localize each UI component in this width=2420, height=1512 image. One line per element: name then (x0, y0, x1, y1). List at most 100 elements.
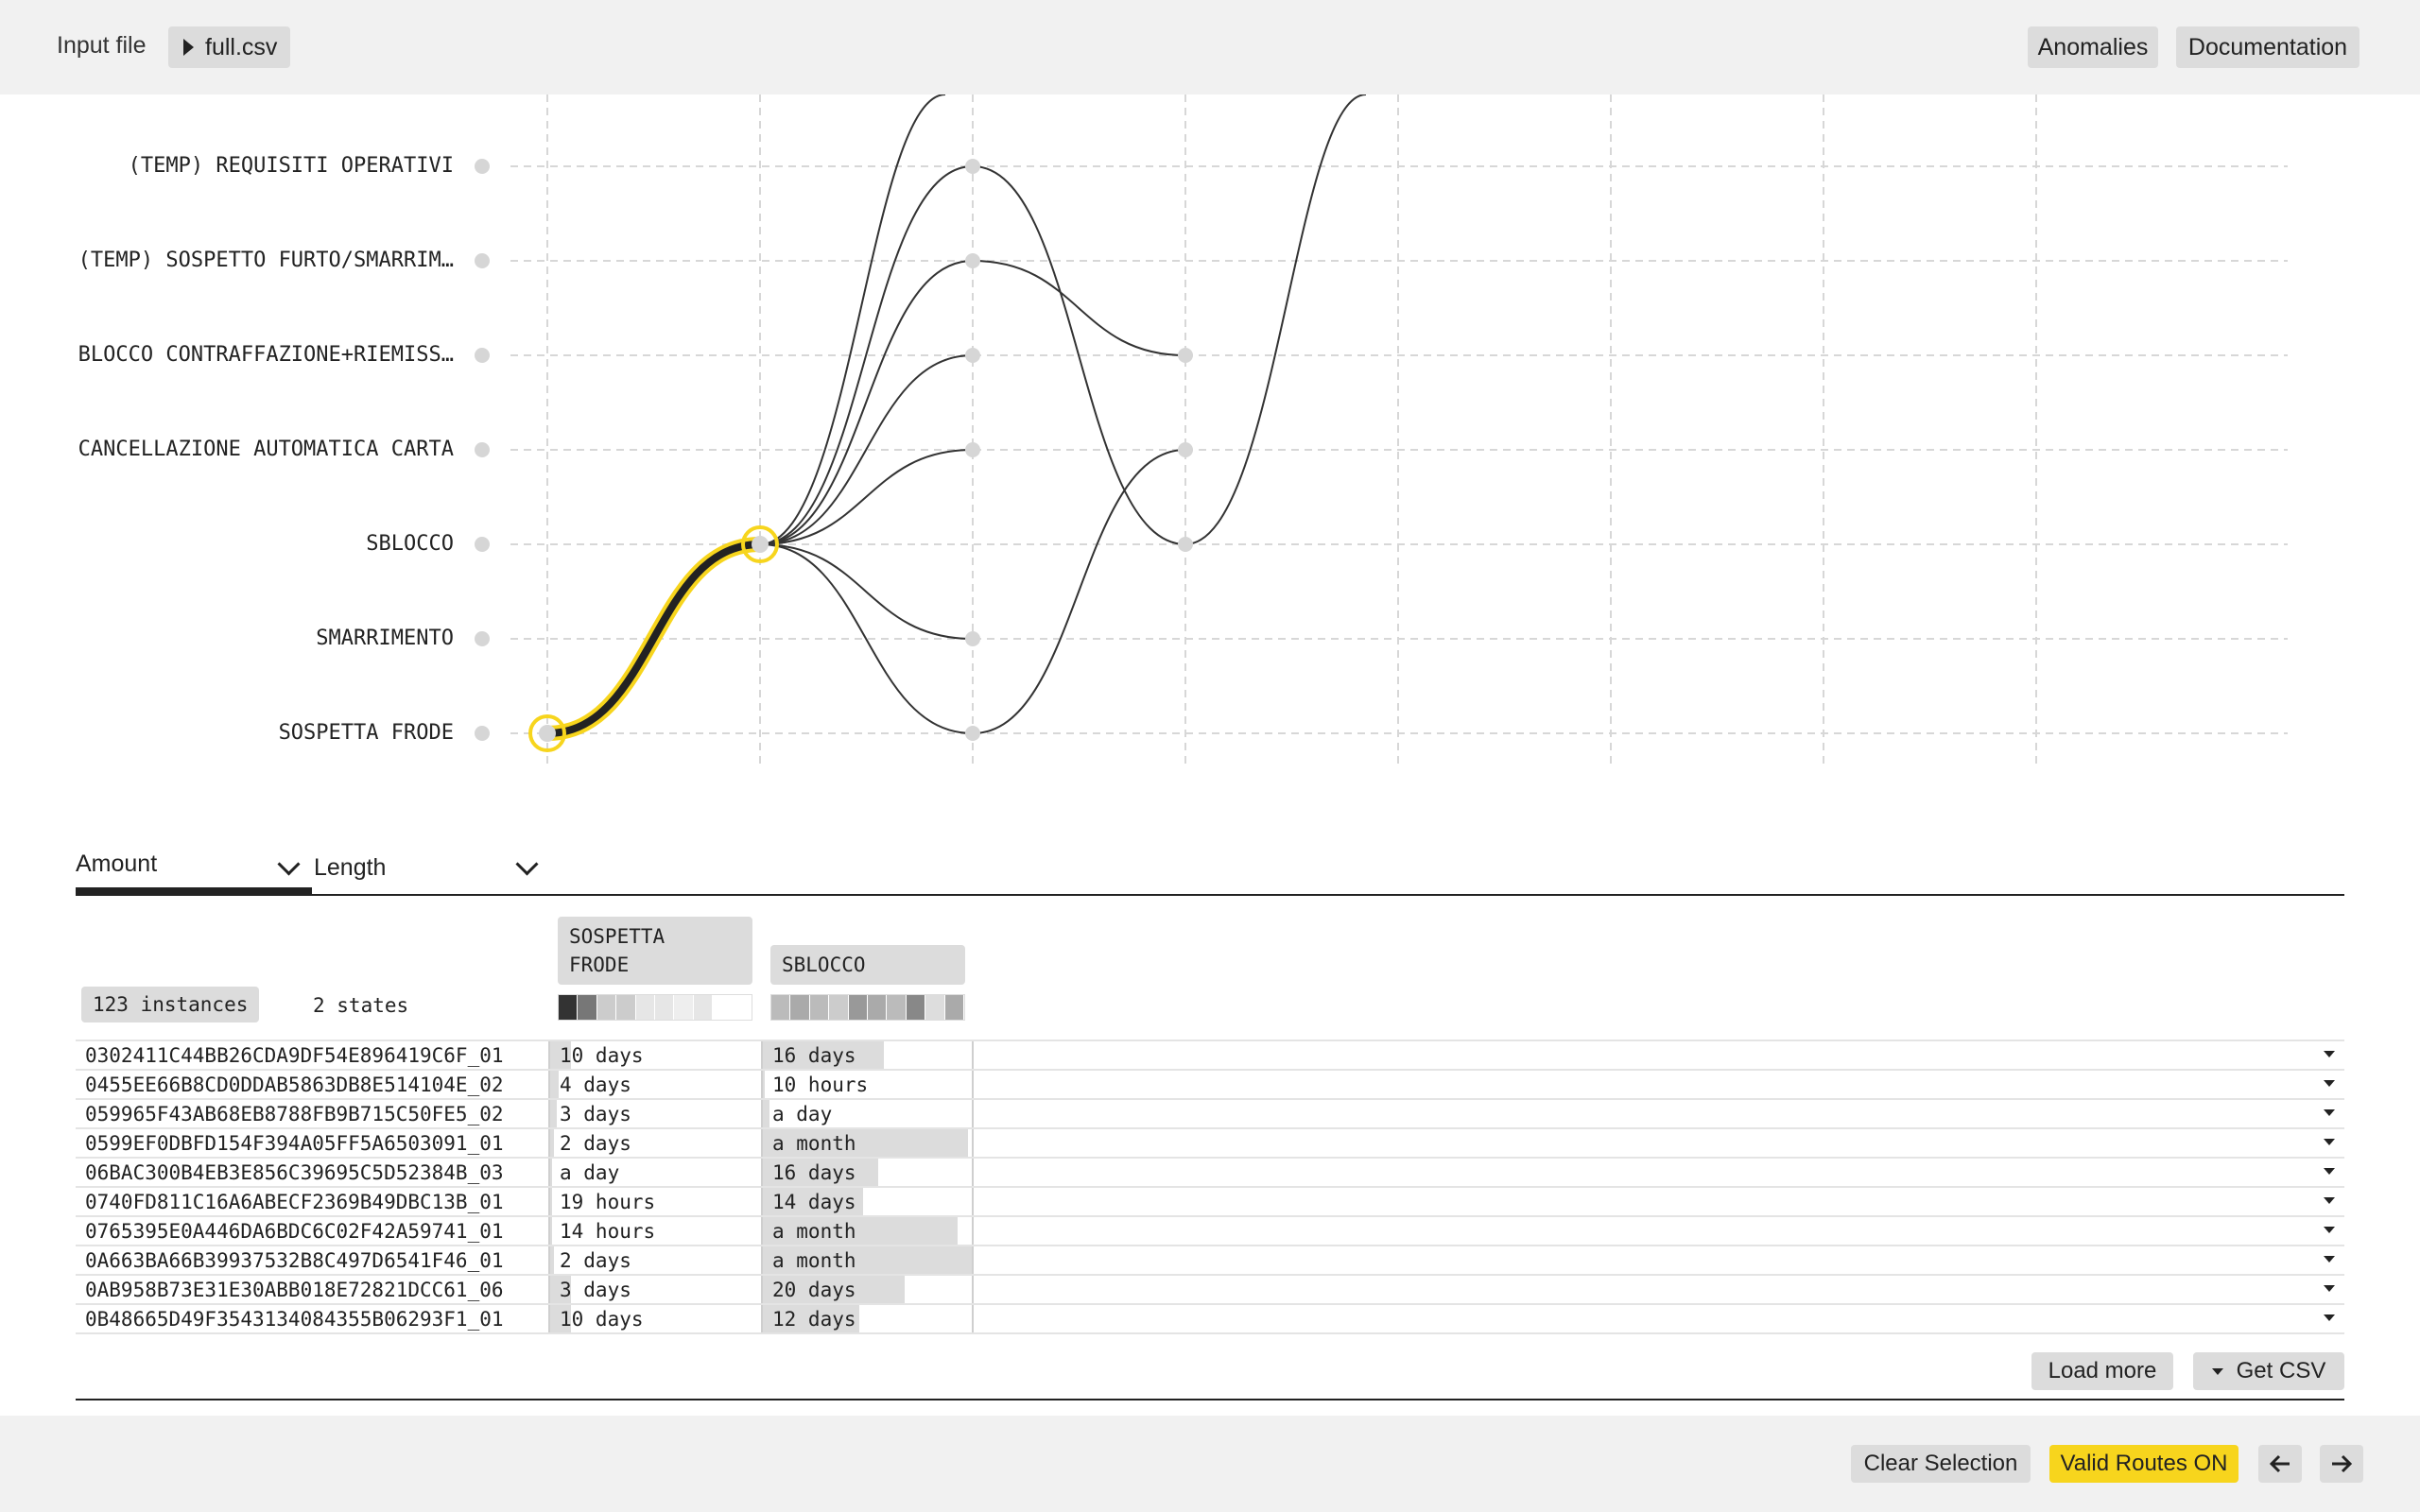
column-header-sospetta-frode[interactable]: SOSPETTA FRODE (558, 917, 752, 985)
row-id: 0A663BA66B39937532B8C497D6541F46_01 (85, 1249, 504, 1272)
row-expand-caret-icon[interactable] (2324, 1051, 2335, 1057)
dist-cell (809, 995, 830, 1020)
row-id: 059965F43AB68EB8788FB9B715C50FE5_02 (85, 1103, 504, 1125)
duration-text: 10 days (560, 1308, 644, 1331)
tab-length[interactable]: Length (314, 841, 550, 894)
tab-amount-label: Amount (76, 850, 158, 877)
column-header-line: FRODE (569, 954, 630, 976)
column-header-sblocco[interactable]: SBLOCCO (770, 945, 965, 985)
clear-selection-button[interactable]: Clear Selection (1851, 1445, 2031, 1483)
tab-amount[interactable]: Amount (76, 841, 312, 894)
node-dot (965, 159, 980, 174)
anomalies-button[interactable]: Anomalies (2028, 26, 2158, 68)
duration-bar (550, 1100, 557, 1127)
chevron-down-icon (277, 852, 301, 876)
table-row[interactable]: 0599EF0DBFD154F394A05FF5A6503091_01 2 da… (76, 1129, 2344, 1159)
previous-button[interactable] (2258, 1445, 2302, 1483)
duration-text: a month (772, 1249, 856, 1272)
duration-bar (550, 1217, 552, 1245)
states-count: 2 states (313, 994, 409, 1017)
dist-cell (559, 995, 579, 1020)
row-id: 06BAC300B4EB3E856C39695C5D52384B_03 (85, 1161, 504, 1184)
row-id: 0455EE66B8CD0DDAB5863DB8E514104E_02 (85, 1074, 504, 1096)
flow-edge (759, 94, 946, 545)
dist-cell (616, 995, 636, 1020)
load-more-button[interactable]: Load more (2031, 1352, 2173, 1390)
table-row[interactable]: 0740FD811C16A6ABECF2369B49DBC13B_01 19 h… (76, 1188, 2344, 1217)
duration-text: 2 days (560, 1249, 631, 1272)
row-expand-caret-icon[interactable] (2324, 1227, 2335, 1233)
row-expand-caret-icon[interactable] (2324, 1256, 2335, 1263)
duration-text: 3 days (560, 1103, 631, 1125)
process-flow-graph[interactable] (0, 94, 2420, 775)
dist-cell (771, 995, 791, 1020)
duration-cell: 3 days (548, 1100, 761, 1127)
table-row[interactable]: 0455EE66B8CD0DDAB5863DB8E514104E_02 4 da… (76, 1071, 2344, 1100)
node-dot (965, 726, 980, 741)
table-row[interactable]: 0765395E0A446DA6BDC6C02F42A59741_01 14 h… (76, 1217, 2344, 1246)
documentation-button[interactable]: Documentation (2176, 26, 2360, 68)
state-dot (475, 348, 490, 363)
duration-text: a day (772, 1103, 833, 1125)
cell-divider (972, 1041, 974, 1069)
next-button[interactable] (2320, 1445, 2363, 1483)
node-dots (965, 159, 1193, 741)
cell-divider (972, 1159, 974, 1186)
tab-length-label: Length (314, 853, 387, 881)
cell-divider (972, 1188, 974, 1215)
play-triangle-icon (183, 39, 194, 56)
duration-text: 19 hours (560, 1191, 656, 1213)
row-expand-caret-icon[interactable] (2324, 1285, 2335, 1292)
duration-cell: 4 days (548, 1071, 761, 1098)
cell-divider (972, 1071, 974, 1098)
row-id: 0599EF0DBFD154F394A05FF5A6503091_01 (85, 1132, 504, 1155)
row-expand-caret-icon[interactable] (2324, 1139, 2335, 1145)
duration-cell: a month (761, 1217, 974, 1245)
duration-cell: a month (761, 1129, 974, 1157)
state-dot (475, 631, 490, 646)
node-dot (1178, 442, 1193, 457)
flow-edge (972, 449, 1186, 734)
metric-tabs: Amount Length (76, 841, 2344, 896)
table-row[interactable]: 0A663BA66B39937532B8C497D6541F46_01 2 da… (76, 1246, 2344, 1276)
duration-cell: 16 days (761, 1041, 974, 1069)
dist-cell (674, 995, 694, 1020)
flow-edge (1184, 94, 1367, 545)
dist-cell (829, 995, 849, 1020)
cell-divider (972, 1305, 974, 1332)
table-row[interactable]: 0AB958B73E31E30ABB018E72821DCC61_06 3 da… (76, 1276, 2344, 1305)
get-csv-button[interactable]: Get CSV (2193, 1352, 2344, 1390)
row-expand-caret-icon[interactable] (2324, 1197, 2335, 1204)
column-header-line: SBLOCCO (782, 954, 866, 976)
state-dot (475, 253, 490, 268)
table-row[interactable]: 059965F43AB68EB8788FB9B715C50FE5_02 3 da… (76, 1100, 2344, 1129)
file-select-button[interactable]: full.csv (168, 26, 291, 68)
distribution-strip (558, 994, 752, 1021)
dist-cell (635, 995, 656, 1020)
chevron-down-icon (515, 852, 539, 876)
table-row[interactable]: 0302411C44BB26CDA9DF54E896419C6F_01 10 d… (76, 1041, 2344, 1071)
table-row[interactable]: 0B48665D49F3543134084355B06293F1_01 10 d… (76, 1305, 2344, 1334)
state-dot (475, 159, 490, 174)
duration-cell: 3 days (548, 1276, 761, 1303)
row-expand-caret-icon[interactable] (2324, 1109, 2335, 1116)
duration-text: 14 days (772, 1191, 856, 1213)
selected-node-dot (539, 725, 556, 742)
flow-edges (759, 94, 1367, 734)
dist-cell (790, 995, 810, 1020)
duration-text: 16 days (772, 1044, 856, 1067)
node-dot (1178, 348, 1193, 363)
node-dot (965, 631, 980, 646)
duration-text: 16 days (772, 1161, 856, 1184)
duration-cell: 16 days (761, 1159, 974, 1186)
section-divider (76, 1399, 2344, 1400)
node-dot (965, 442, 980, 457)
table-row[interactable]: 06BAC300B4EB3E856C39695C5D52384B_03 a da… (76, 1159, 2344, 1188)
row-id: 0302411C44BB26CDA9DF54E896419C6F_01 (85, 1044, 504, 1067)
row-expand-caret-icon[interactable] (2324, 1080, 2335, 1087)
row-expand-caret-icon[interactable] (2324, 1314, 2335, 1321)
valid-routes-toggle[interactable]: Valid Routes ON (2049, 1445, 2238, 1483)
duration-cell: 19 hours (548, 1188, 761, 1215)
row-expand-caret-icon[interactable] (2324, 1168, 2335, 1175)
dist-cell (887, 995, 907, 1020)
